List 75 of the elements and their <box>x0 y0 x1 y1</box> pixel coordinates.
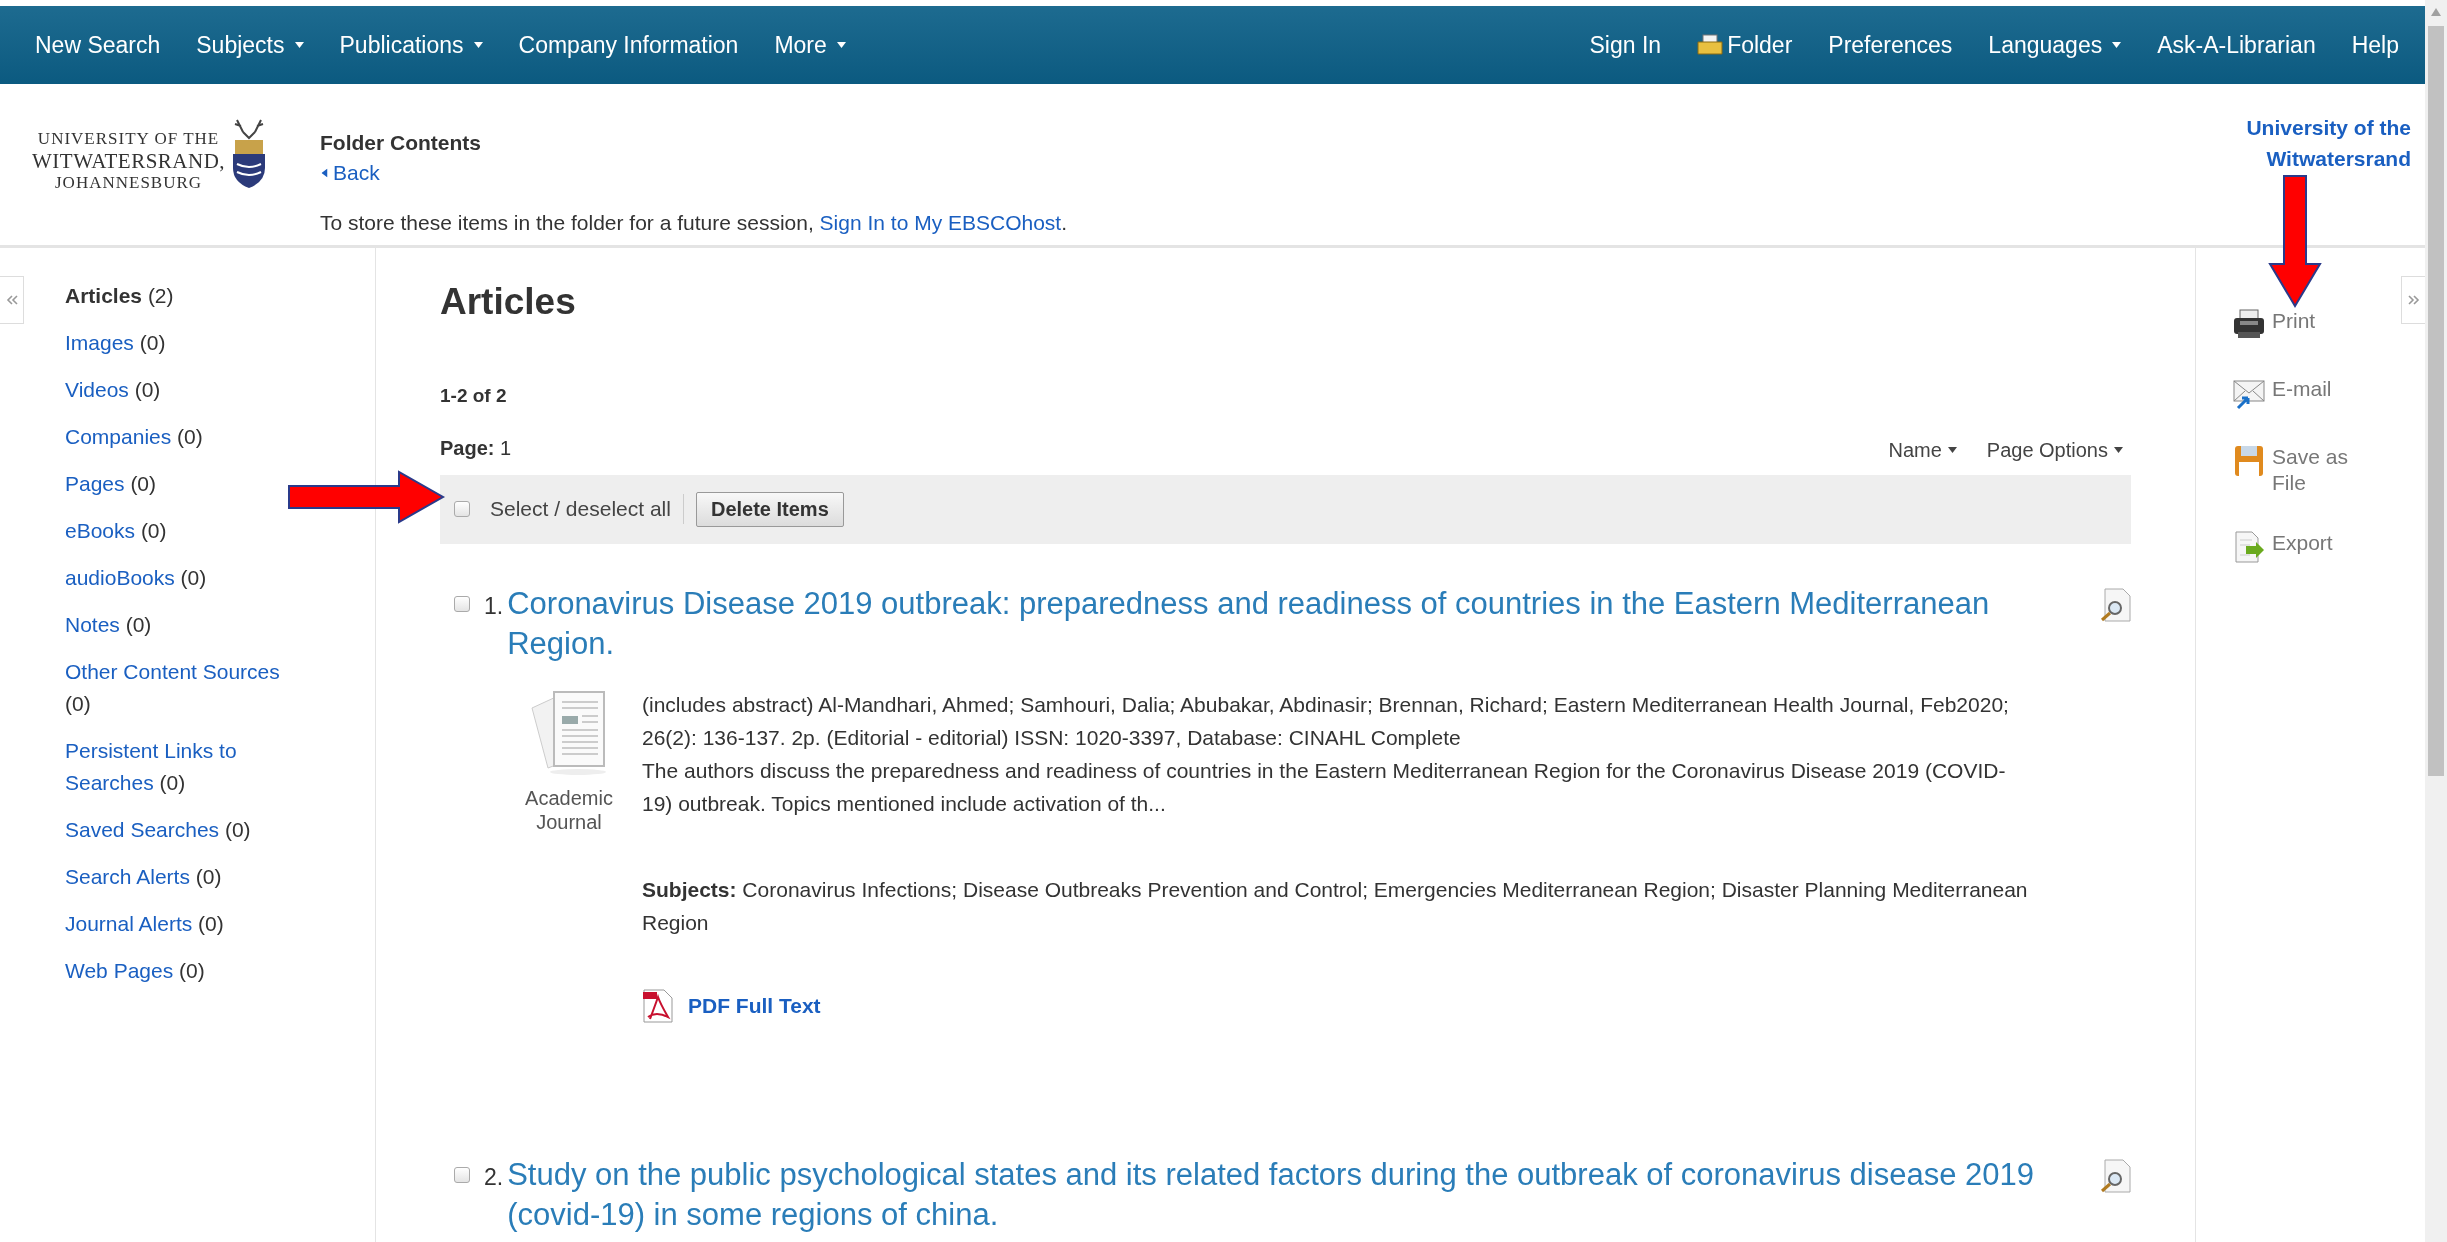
nav-link[interactable]: Company Information <box>518 27 739 63</box>
sidebar-item[interactable]: Journal Alerts (0) <box>65 908 224 940</box>
scroll-up-arrow-icon[interactable] <box>2431 8 2441 16</box>
result-range: 1-2 of 2 <box>440 385 507 406</box>
subjects-text: Subjects: Coronavirus Infections; Disease Outbreaks Prevention and Control; Emergencies Mediterranean Region; Disaster Planning Mediterranean Region <box>642 876 2029 936</box>
page-number: Page: 1 <box>440 435 512 461</box>
caret-icon <box>836 42 846 48</box>
sidebar-item[interactable]: eBooks (0) <box>65 515 167 547</box>
sidebar-item[interactable]: Notes (0) <box>65 609 152 641</box>
section-heading: Articles <box>440 280 576 324</box>
scrollbar-thumb[interactable] <box>2428 26 2444 776</box>
tool-link[interactable]: Print <box>2272 308 2382 334</box>
nav-link[interactable]: Ask-A-Librarian <box>2157 27 2316 63</box>
result-title-link[interactable]: Study on the public psychological states and its related factors during the outbreak of coronavirus disease 2019 (covid-19) in some regions of china. <box>507 1154 2099 1235</box>
sidebar-item[interactable]: Articles (2) <box>65 280 174 312</box>
publication-type: Academic Journal <box>524 785 614 834</box>
sidebar-item[interactable]: Persistent Links to Searches (0) <box>65 735 305 799</box>
folder-icon <box>1697 34 1724 56</box>
logo-text: JOHANNESBURG <box>55 172 203 194</box>
nav-link[interactable]: Languages <box>1988 27 2122 63</box>
result-checkbox[interactable] <box>454 1166 470 1183</box>
result-number: 1. <box>484 591 504 621</box>
sidebar-item[interactable]: Videos (0) <box>65 374 161 406</box>
nav-link[interactable]: More <box>774 27 846 63</box>
page-options-dropdown[interactable]: Page Options <box>1986 434 2123 465</box>
sidebar-item[interactable]: Images (0) <box>65 327 166 359</box>
back-caret-icon <box>321 168 328 178</box>
nav-link[interactable]: Publications <box>339 27 483 63</box>
nav-link[interactable]: Help <box>2351 27 2399 63</box>
caret-icon <box>294 42 304 48</box>
institution-link[interactable]: University of the Witwatersrand <box>2211 112 2411 174</box>
sidebar-item[interactable]: Saved Searches (0) <box>65 814 251 846</box>
nav-link[interactable]: New Search <box>35 27 161 63</box>
result-checkbox[interactable] <box>454 595 470 612</box>
caret-icon <box>1947 446 1957 453</box>
tool-link[interactable]: Save as File <box>2272 444 2382 496</box>
nav-link[interactable]: Subjects <box>196 27 304 63</box>
abstract-text: The authors discuss the preparedness and readiness of countries in the Eastern Mediterranean Region for the Coronavirus Disease 2019 (COVID-19) outbreak. Topics mentioned include activation of th... <box>642 757 2007 817</box>
nav-link[interactable]: Folder <box>1697 27 1793 63</box>
select-all-label: Select / deselect all <box>490 496 671 523</box>
sidebar-item[interactable]: Search Alerts (0) <box>65 861 222 893</box>
double-chevron-left-icon <box>5 294 18 306</box>
nav-link[interactable]: Preferences <box>1828 27 1953 63</box>
citation-text: (includes abstract) Al-Mandhari, Ahmed; Samhouri, Dalia; Abubakar, Abdinasir; Brennan, Richard; Eastern Mediterranean Health Journal, Feb2020; 26(2): 136-137. 2p. (Editorial - editorial) ISSN: 1020-3397, Database: CINAHL Complete <box>642 691 2010 751</box>
page-title: Folder Contents <box>320 130 482 156</box>
pdf-icon[interactable] <box>642 988 674 1023</box>
sidebar-item[interactable]: Web Pages (0) <box>65 955 205 987</box>
select-all-checkbox[interactable] <box>454 501 470 517</box>
sidebar-item[interactable]: Other Content Sources (0) <box>65 656 305 720</box>
collapse-sidebar-button[interactable] <box>0 276 24 324</box>
nav-link[interactable]: Sign In <box>1589 27 1662 63</box>
caret-icon <box>473 42 483 48</box>
back-link[interactable]: Back <box>320 158 1068 188</box>
sign-in-link[interactable]: Sign In to My EBSCOhost <box>819 211 1062 234</box>
save-icon[interactable] <box>2232 444 2266 478</box>
tool-link[interactable]: Export <box>2272 530 2382 556</box>
logo-text: WITWATERSRAND, <box>32 150 226 172</box>
export-icon[interactable] <box>2232 530 2266 564</box>
preview-icon[interactable] <box>2099 1158 2131 1193</box>
result-title-link[interactable]: Coronavirus Disease 2019 outbreak: preparedness and readiness of countries in the Eastern Mediterranean Region. <box>507 583 2099 664</box>
full-text-link[interactable]: PDF Full Text <box>688 989 821 1022</box>
preview-icon[interactable] <box>2099 587 2131 622</box>
sidebar-item[interactable]: Pages (0) <box>65 468 157 500</box>
caret-icon <box>2114 446 2123 453</box>
sort-dropdown[interactable]: Name <box>1888 434 1957 465</box>
tool-link[interactable]: E-mail <box>2272 376 2382 402</box>
sidebar-item[interactable]: Companies (0) <box>65 421 203 453</box>
sidebar-item[interactable]: audioBooks (0) <box>65 562 207 594</box>
double-chevron-right-icon <box>2407 294 2420 306</box>
delete-items-button[interactable]: Delete Items <box>695 491 844 527</box>
notice-text: To store these items in the folder for a future session, Sign In to My EBSCOhost. <box>320 210 1068 236</box>
caret-icon <box>2112 42 2122 48</box>
logo-text: UNIVERSITY OF THE <box>37 128 220 150</box>
scrollbar[interactable] <box>2425 0 2447 1242</box>
result-number: 2. <box>484 1162 504 1192</box>
